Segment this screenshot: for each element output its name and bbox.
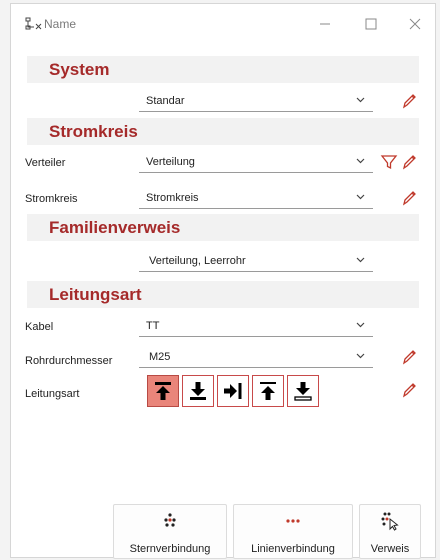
- chevron-down-icon: [356, 97, 365, 103]
- line-connection-icon: [286, 519, 300, 523]
- leitungsart-option-3[interactable]: [217, 375, 249, 407]
- maximize-button[interactable]: [357, 14, 385, 34]
- leitungsart-label: Leitungsart: [25, 388, 80, 400]
- leitungsart-option-1[interactable]: [147, 375, 179, 407]
- edit-system-icon[interactable]: [400, 92, 418, 110]
- verteiler-label: Verteiler: [25, 157, 66, 169]
- leitungsart-option-4[interactable]: [252, 375, 284, 407]
- section-stromkreis-header: Stromkreis: [27, 118, 419, 145]
- edit-stromkreis-icon[interactable]: [400, 189, 418, 207]
- system-combobox[interactable]: Standar: [139, 90, 373, 112]
- arrow-down-outline-icon: [294, 382, 312, 401]
- kabel-label: Kabel: [25, 321, 54, 333]
- linienverbindung-button[interactable]: Linienverbindung: [233, 504, 353, 559]
- familienverweis-combobox[interactable]: Verteilung, Leerrohr: [139, 250, 373, 272]
- kabel-value: TT: [146, 320, 160, 332]
- verweis-button[interactable]: Verweis: [359, 504, 421, 559]
- verteiler-combobox[interactable]: Verteilung: [139, 151, 373, 173]
- system-value: Standar: [146, 95, 185, 107]
- chevron-down-icon: [356, 353, 365, 359]
- sternverbindung-label: Sternverbindung: [129, 543, 211, 555]
- minimize-button[interactable]: [311, 14, 339, 34]
- familienverweis-value: Verteilung, Leerrohr: [149, 255, 246, 267]
- section-familienverweis-header: Familienverweis: [27, 214, 419, 241]
- leitungsart-option-2[interactable]: [182, 375, 214, 407]
- stromkreis-combobox[interactable]: Stromkreis: [139, 187, 373, 209]
- rohrdurchmesser-combobox[interactable]: M25: [139, 346, 373, 368]
- arrow-up-outline-icon: [260, 382, 276, 400]
- kabel-combobox[interactable]: TT: [139, 315, 373, 337]
- sternverbindung-button[interactable]: Sternverbindung: [113, 504, 227, 559]
- arrow-down-bar-icon: [190, 382, 206, 400]
- section-system-header: System: [27, 56, 419, 83]
- dialog-window: Name System Standar Stromkreis Verteiler…: [10, 3, 436, 559]
- linienverbindung-label: Linienverbindung: [251, 543, 335, 555]
- window-title: Name: [44, 17, 77, 31]
- verweis-label: Verweis: [370, 543, 410, 555]
- edit-rohrdurchmesser-icon[interactable]: [400, 348, 418, 366]
- section-leitungsart-header: Leitungsart: [27, 281, 419, 308]
- chevron-down-icon: [356, 257, 365, 263]
- leitungsart-option-5[interactable]: [287, 375, 319, 407]
- chevron-down-icon: [356, 158, 365, 164]
- connection-app-icon: [25, 17, 42, 30]
- chevron-down-icon: [356, 322, 365, 328]
- rohrdurchmesser-label: Rohrdurchmesser: [25, 355, 113, 367]
- arrow-right-bar-icon: [224, 383, 242, 399]
- reference-cursor-icon: [381, 512, 399, 531]
- chevron-down-icon: [356, 194, 365, 200]
- filter-icon[interactable]: [380, 153, 398, 171]
- arrow-up-bar-icon: [155, 382, 171, 400]
- stromkreis-value: Stromkreis: [146, 192, 199, 204]
- edit-leitungsart-icon[interactable]: [400, 381, 418, 399]
- verteiler-value: Verteilung: [146, 156, 195, 168]
- star-connection-icon: [164, 513, 176, 527]
- title-bar: Name: [11, 4, 435, 44]
- stromkreis-label: Stromkreis: [25, 193, 78, 205]
- edit-verteiler-icon[interactable]: [400, 153, 418, 171]
- close-button[interactable]: [401, 14, 429, 34]
- rohrdurchmesser-value: M25: [149, 351, 171, 363]
